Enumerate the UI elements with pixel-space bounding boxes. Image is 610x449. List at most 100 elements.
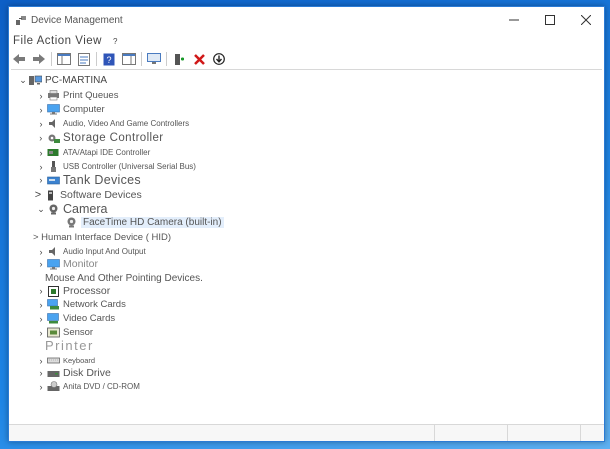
tree-item-monitor[interactable]: › Monitor — [35, 258, 99, 270]
tree-item-video-cards[interactable]: › Video Cards — [35, 313, 116, 324]
tree-item-label: Audio Input And Output — [63, 247, 146, 256]
tree-item-tank-devices[interactable]: › Tank Devices — [35, 173, 141, 187]
device-manager-icon — [16, 16, 26, 25]
toolbar-separator — [141, 52, 142, 66]
tree-item-label: > Human Interface Device ( HID) — [33, 232, 172, 243]
tree-item-label: Storage Controller — [63, 132, 164, 144]
help-button[interactable]: ? — [101, 52, 117, 66]
tree-root[interactable]: ⌄ PC-MARTINA — [17, 75, 107, 86]
storage-gear-icon — [48, 134, 60, 143]
menu-bar: File Action View ? — [13, 33, 123, 49]
disable-device-button[interactable] — [211, 52, 227, 66]
show-hide-tree-button[interactable] — [56, 52, 72, 66]
back-button[interactable] — [11, 52, 27, 66]
camera-icon — [49, 204, 58, 214]
optical-drive-icon — [47, 381, 60, 391]
chevron-right-icon[interactable]: › — [35, 162, 47, 172]
tree-item-keyboard[interactable]: › Keyboard — [35, 355, 96, 366]
tree-item-label: Audio, Video And Game Controllers — [63, 119, 190, 128]
minimize-icon — [509, 19, 519, 21]
chevron-down-icon[interactable]: ⌄ — [17, 75, 29, 86]
monitor-icon — [47, 104, 60, 115]
chevron-right-icon[interactable]: › — [35, 382, 47, 392]
printer-icon — [48, 90, 59, 101]
close-button[interactable] — [568, 7, 604, 33]
chevron-right-icon[interactable]: › — [35, 328, 47, 338]
chevron-right-icon[interactable]: › — [35, 148, 47, 158]
tree-item-mouse-pointing[interactable]: Mouse And Other Pointing Devices. — [45, 273, 203, 284]
tree-item-label: FaceTime HD Camera (built-in) — [81, 217, 224, 228]
chevron-right-icon[interactable]: > — [32, 189, 44, 201]
minimize-button[interactable] — [496, 7, 532, 33]
tree-item-label: Mouse And Other Pointing Devices. — [45, 273, 203, 284]
maximize-button[interactable] — [532, 7, 568, 33]
chevron-right-icon[interactable]: › — [35, 247, 47, 257]
speaker-icon — [49, 119, 55, 128]
chevron-right-icon[interactable]: › — [35, 175, 47, 185]
svg-text:?: ? — [106, 55, 111, 65]
toolbar-separator — [51, 52, 52, 66]
monitor-icon — [47, 258, 60, 269]
chevron-right-icon[interactable]: › — [35, 91, 47, 101]
tree-item-label: Video Cards — [63, 313, 116, 324]
tree-item-ata-atapi[interactable]: › ATA/Atapi IDE Controller — [35, 147, 151, 158]
menu-file-action-view[interactable]: File Action View — [13, 35, 102, 47]
chevron-right-icon[interactable]: › — [35, 259, 47, 269]
tree-item-facetime-camera[interactable]: FaceTime HD Camera (built-in) — [65, 217, 224, 228]
tree-item-human-interface-device[interactable]: > Human Interface Device ( HID) — [33, 232, 171, 243]
chevron-right-icon[interactable]: › — [35, 356, 47, 366]
ide-controller-icon — [47, 149, 59, 156]
chevron-right-icon[interactable]: › — [35, 300, 47, 310]
tree-item-label: Software Devices — [60, 189, 142, 201]
properties-button[interactable] — [76, 52, 92, 66]
tree-item-printer[interactable]: Printer — [45, 338, 94, 353]
chevron-right-icon[interactable]: › — [35, 368, 47, 378]
video-card-icon — [47, 313, 59, 324]
tree-item-audio-video-game[interactable]: › Audio, Video And Game Controllers — [35, 118, 190, 129]
computer-icon — [29, 75, 42, 85]
close-icon — [581, 15, 591, 25]
chevron-down-icon[interactable]: ⌄ — [35, 204, 47, 215]
network-icon — [47, 299, 59, 310]
tree-item-label: Disk Drive — [63, 367, 111, 379]
chevron-right-icon[interactable]: › — [35, 133, 47, 143]
tree-item-usb-controller[interactable]: › USB Controller (Universal Serial Bus) — [35, 161, 196, 172]
status-bar-section — [9, 425, 435, 441]
storage-drive-icon — [47, 176, 60, 184]
status-bar — [9, 424, 604, 441]
action-pane-button[interactable] — [121, 52, 137, 66]
uninstall-device-button[interactable] — [191, 52, 207, 66]
console-tree-icon — [57, 53, 71, 65]
tree-item-network-cards[interactable]: › Network Cards — [35, 299, 126, 310]
tree-item-camera[interactable]: ⌄ Camera — [35, 202, 107, 216]
tree-item-disk-drive[interactable]: › Disk Drive — [35, 367, 111, 379]
update-driver-button[interactable] — [171, 52, 187, 66]
forward-button[interactable] — [31, 52, 47, 66]
tree-item-dvd-cdrom[interactable]: › Anita DVD / CD-ROM — [35, 381, 140, 392]
toolbar: ? — [11, 50, 231, 68]
tree-item-software-devices[interactable]: > Software Devices — [32, 189, 142, 201]
tree-item-storage-controller[interactable]: › Storage Controller — [35, 132, 164, 144]
chevron-right-icon[interactable]: › — [35, 105, 47, 115]
usb-icon — [51, 161, 56, 172]
tree-item-audio-input-output[interactable]: › Audio Input And Output — [35, 246, 146, 257]
tree-item-sensor[interactable]: › Sensor — [35, 327, 94, 338]
scan-hardware-button[interactable] — [146, 52, 162, 66]
menu-help[interactable]: ? — [113, 37, 118, 46]
red-x-icon — [193, 53, 205, 65]
window-title: Device Management — [31, 14, 123, 26]
maximize-icon — [545, 15, 555, 25]
arrow-right-icon — [33, 54, 45, 64]
tree-item-print-queues[interactable]: › Print Queues — [35, 90, 119, 101]
disk-drive-icon — [47, 370, 60, 377]
chevron-right-icon[interactable]: › — [35, 314, 47, 324]
speaker-icon — [49, 247, 55, 256]
webcam-icon — [67, 217, 76, 228]
chevron-right-icon[interactable]: › — [35, 119, 47, 129]
cpu-icon — [48, 285, 59, 297]
tree-item-computer[interactable]: › Computer — [35, 104, 105, 115]
chevron-right-icon[interactable]: › — [35, 286, 47, 296]
tree-item-processor[interactable]: › Processor — [35, 285, 111, 297]
add-driver-icon — [175, 53, 184, 65]
tree-item-label: Keyboard — [63, 356, 96, 365]
